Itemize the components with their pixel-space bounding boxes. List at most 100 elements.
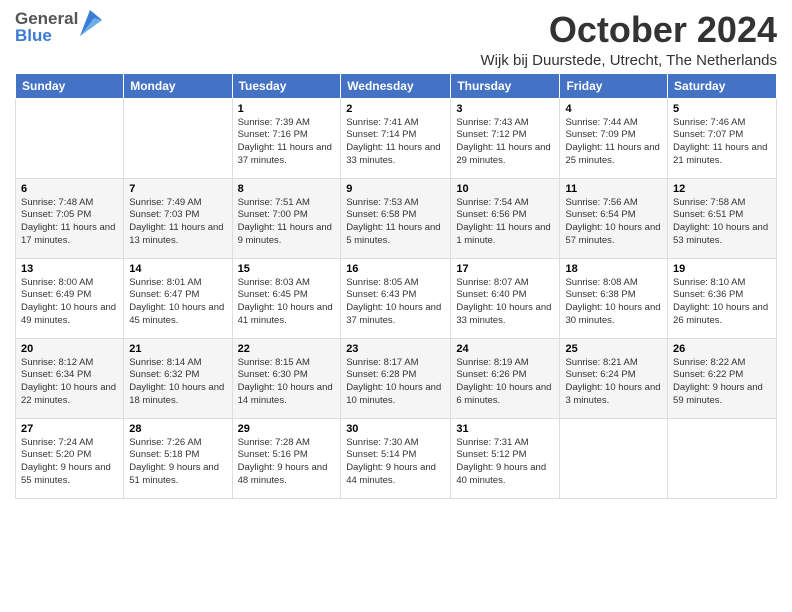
title-section: October 2024 Wijk bij Duurstede, Utrecht… bbox=[480, 10, 777, 69]
day-info: Sunrise: 8:14 AM Sunset: 6:32 PM Dayligh… bbox=[129, 357, 226, 408]
day-info: Sunrise: 7:51 AM Sunset: 7:00 PM Dayligh… bbox=[238, 197, 336, 248]
day-number: 26 bbox=[673, 343, 771, 355]
calendar-week-row: 6 Sunrise: 7:48 AM Sunset: 7:05 PM Daylig… bbox=[16, 178, 777, 258]
table-row: 12Sunrise: 7:58 AM Sunset: 6:51 PM Dayli… bbox=[668, 178, 777, 258]
day-info: Sunrise: 8:19 AM Sunset: 6:26 PM Dayligh… bbox=[456, 357, 554, 408]
table-row: 22Sunrise: 8:15 AM Sunset: 6:30 PM Dayli… bbox=[232, 338, 341, 418]
table-row: 4 Sunrise: 7:44 AM Sunset: 7:09 PM Daylig… bbox=[560, 98, 668, 178]
day-number: 22 bbox=[238, 343, 336, 355]
day-number: 18 bbox=[565, 263, 662, 275]
day-info: Sunrise: 8:01 AM Sunset: 6:47 PM Dayligh… bbox=[129, 277, 226, 328]
day-info: Sunrise: 7:24 AM Sunset: 5:20 PM Dayligh… bbox=[21, 437, 118, 488]
logo-blue: Blue bbox=[15, 27, 78, 44]
day-info: Sunrise: 8:03 AM Sunset: 6:45 PM Dayligh… bbox=[238, 277, 336, 328]
day-number: 12 bbox=[673, 183, 771, 195]
day-number: 17 bbox=[456, 263, 554, 275]
table-row: 30Sunrise: 7:30 AM Sunset: 5:14 PM Dayli… bbox=[341, 418, 451, 498]
day-info: Sunrise: 8:10 AM Sunset: 6:36 PM Dayligh… bbox=[673, 277, 771, 328]
day-info: Sunrise: 7:48 AM Sunset: 7:05 PM Dayligh… bbox=[21, 197, 118, 248]
table-row: 14Sunrise: 8:01 AM Sunset: 6:47 PM Dayli… bbox=[124, 258, 232, 338]
table-row: 13 Sunrise: 8:00 AM Sunset: 6:49 PM Dayli… bbox=[16, 258, 124, 338]
day-info: Sunrise: 7:41 AM Sunset: 7:14 PM Dayligh… bbox=[346, 117, 445, 168]
table-row: 20Sunrise: 8:12 AM Sunset: 6:34 PM Dayli… bbox=[16, 338, 124, 418]
day-info: Sunrise: 8:08 AM Sunset: 6:38 PM Dayligh… bbox=[565, 277, 662, 328]
day-info: Sunrise: 7:39 AM Sunset: 7:16 PM Dayligh… bbox=[238, 117, 336, 168]
table-row: 6 Sunrise: 7:48 AM Sunset: 7:05 PM Daylig… bbox=[16, 178, 124, 258]
table-row bbox=[668, 418, 777, 498]
col-saturday: Saturday bbox=[668, 73, 777, 98]
day-number: 13 bbox=[21, 263, 118, 275]
day-number: 4 bbox=[565, 103, 662, 115]
day-number: 27 bbox=[21, 423, 118, 435]
calendar-week-row: 1 Sunrise: 7:39 AM Sunset: 7:16 PM Daylig… bbox=[16, 98, 777, 178]
table-row: 3 Sunrise: 7:43 AM Sunset: 7:12 PM Daylig… bbox=[451, 98, 560, 178]
day-number: 10 bbox=[456, 183, 554, 195]
table-row: 18 Sunrise: 8:08 AM Sunset: 6:38 PM Dayli… bbox=[560, 258, 668, 338]
logo-general: General bbox=[15, 10, 78, 27]
table-row: 27 Sunrise: 7:24 AM Sunset: 5:20 PM Dayli… bbox=[16, 418, 124, 498]
day-number: 15 bbox=[238, 263, 336, 275]
day-number: 28 bbox=[129, 423, 226, 435]
day-info: Sunrise: 8:05 AM Sunset: 6:43 PM Dayligh… bbox=[346, 277, 445, 328]
day-info: Sunrise: 7:26 AM Sunset: 5:18 PM Dayligh… bbox=[129, 437, 226, 488]
col-tuesday: Tuesday bbox=[232, 73, 341, 98]
day-info: Sunrise: 7:44 AM Sunset: 7:09 PM Dayligh… bbox=[565, 117, 662, 168]
calendar-table: Sunday Monday Tuesday Wednesday Thursday… bbox=[15, 73, 777, 499]
table-row: 5Sunrise: 7:46 AM Sunset: 7:07 PM Daylig… bbox=[668, 98, 777, 178]
table-row: 29 Sunrise: 7:28 AM Sunset: 5:16 PM Dayli… bbox=[232, 418, 341, 498]
col-wednesday: Wednesday bbox=[341, 73, 451, 98]
logo-bird-icon bbox=[80, 10, 102, 36]
calendar-week-row: 13 Sunrise: 8:00 AM Sunset: 6:49 PM Dayli… bbox=[16, 258, 777, 338]
day-number: 3 bbox=[456, 103, 554, 115]
day-info: Sunrise: 7:56 AM Sunset: 6:54 PM Dayligh… bbox=[565, 197, 662, 248]
month-title: October 2024 bbox=[480, 10, 777, 50]
table-row: 2Sunrise: 7:41 AM Sunset: 7:14 PM Daylig… bbox=[341, 98, 451, 178]
table-row: 21 Sunrise: 8:14 AM Sunset: 6:32 PM Dayli… bbox=[124, 338, 232, 418]
table-row bbox=[16, 98, 124, 178]
table-row: 28 Sunrise: 7:26 AM Sunset: 5:18 PM Dayli… bbox=[124, 418, 232, 498]
day-info: Sunrise: 8:00 AM Sunset: 6:49 PM Dayligh… bbox=[21, 277, 118, 328]
day-number: 29 bbox=[238, 423, 336, 435]
day-info: Sunrise: 8:07 AM Sunset: 6:40 PM Dayligh… bbox=[456, 277, 554, 328]
location-title: Wijk bij Duurstede, Utrecht, The Netherl… bbox=[480, 52, 777, 69]
table-row: 11 Sunrise: 7:56 AM Sunset: 6:54 PM Dayli… bbox=[560, 178, 668, 258]
page-container: General Blue October 2024 Wijk bij Duurs… bbox=[0, 0, 792, 507]
day-number: 7 bbox=[129, 183, 226, 195]
day-info: Sunrise: 8:12 AM Sunset: 6:34 PM Dayligh… bbox=[21, 357, 118, 408]
col-friday: Friday bbox=[560, 73, 668, 98]
table-row: 7Sunrise: 7:49 AM Sunset: 7:03 PM Daylig… bbox=[124, 178, 232, 258]
day-number: 25 bbox=[565, 343, 662, 355]
day-number: 11 bbox=[565, 183, 662, 195]
table-row: 9 Sunrise: 7:53 AM Sunset: 6:58 PM Daylig… bbox=[341, 178, 451, 258]
logo: General Blue bbox=[15, 10, 102, 44]
day-number: 21 bbox=[129, 343, 226, 355]
day-info: Sunrise: 7:53 AM Sunset: 6:58 PM Dayligh… bbox=[346, 197, 445, 248]
day-number: 31 bbox=[456, 423, 554, 435]
day-number: 16 bbox=[346, 263, 445, 275]
table-row: 1 Sunrise: 7:39 AM Sunset: 7:16 PM Daylig… bbox=[232, 98, 341, 178]
table-row: 19 Sunrise: 8:10 AM Sunset: 6:36 PM Dayli… bbox=[668, 258, 777, 338]
table-row: 16 Sunrise: 8:05 AM Sunset: 6:43 PM Dayli… bbox=[341, 258, 451, 338]
col-sunday: Sunday bbox=[16, 73, 124, 98]
table-row: 24 Sunrise: 8:19 AM Sunset: 6:26 PM Dayli… bbox=[451, 338, 560, 418]
table-row: 15 Sunrise: 8:03 AM Sunset: 6:45 PM Dayli… bbox=[232, 258, 341, 338]
day-number: 23 bbox=[346, 343, 445, 355]
day-info: Sunrise: 7:28 AM Sunset: 5:16 PM Dayligh… bbox=[238, 437, 336, 488]
day-info: Sunrise: 7:30 AM Sunset: 5:14 PM Dayligh… bbox=[346, 437, 445, 488]
day-number: 1 bbox=[238, 103, 336, 115]
day-info: Sunrise: 7:43 AM Sunset: 7:12 PM Dayligh… bbox=[456, 117, 554, 168]
day-info: Sunrise: 8:22 AM Sunset: 6:22 PM Dayligh… bbox=[673, 357, 771, 408]
table-row: 10Sunrise: 7:54 AM Sunset: 6:56 PM Dayli… bbox=[451, 178, 560, 258]
col-monday: Monday bbox=[124, 73, 232, 98]
table-row: 17 Sunrise: 8:07 AM Sunset: 6:40 PM Dayli… bbox=[451, 258, 560, 338]
day-number: 19 bbox=[673, 263, 771, 275]
day-number: 6 bbox=[21, 183, 118, 195]
day-number: 9 bbox=[346, 183, 445, 195]
day-number: 8 bbox=[238, 183, 336, 195]
col-thursday: Thursday bbox=[451, 73, 560, 98]
table-row: 23 Sunrise: 8:17 AM Sunset: 6:28 PM Dayli… bbox=[341, 338, 451, 418]
day-number: 24 bbox=[456, 343, 554, 355]
day-info: Sunrise: 8:21 AM Sunset: 6:24 PM Dayligh… bbox=[565, 357, 662, 408]
day-info: Sunrise: 8:17 AM Sunset: 6:28 PM Dayligh… bbox=[346, 357, 445, 408]
day-info: Sunrise: 7:31 AM Sunset: 5:12 PM Dayligh… bbox=[456, 437, 554, 488]
